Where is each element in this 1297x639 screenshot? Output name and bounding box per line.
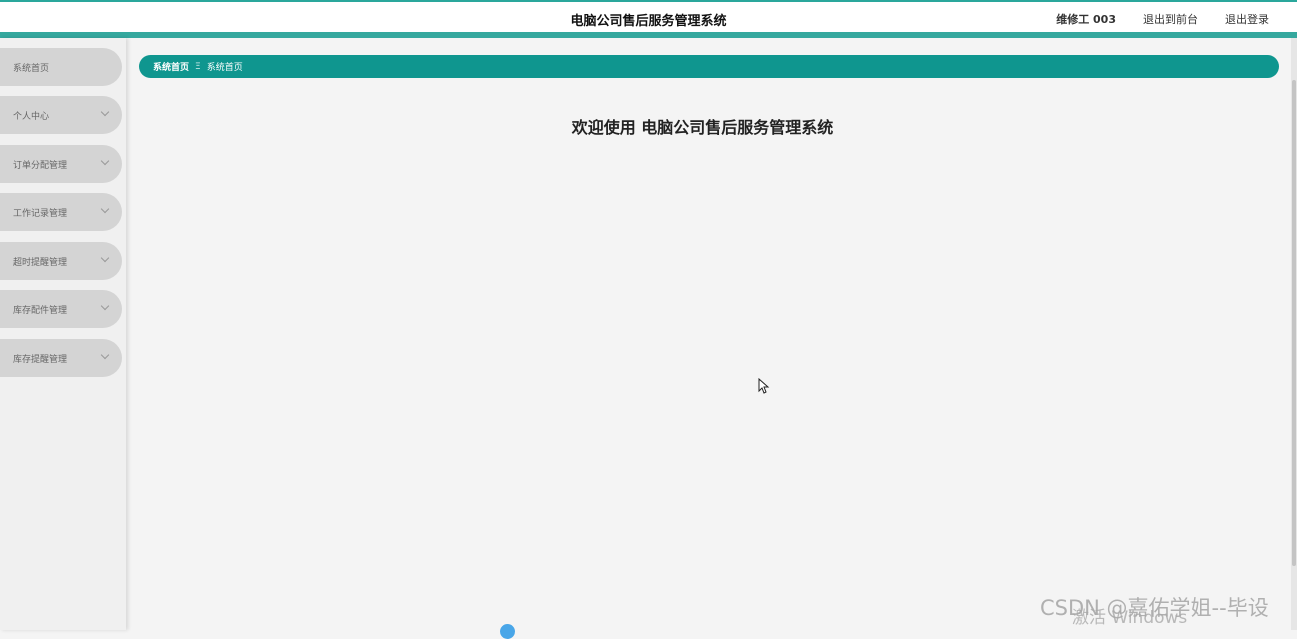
sidebar-item-label: 个人中心	[13, 111, 50, 122]
chevron-down-icon	[100, 350, 110, 360]
csdn-watermark: CSDN @嘉佑学姐--毕设	[1040, 596, 1269, 620]
breadcrumb-current: 系统首页	[206, 63, 243, 73]
sidebar-item-label: 超时提醒管理	[13, 257, 68, 268]
sidebar: 系统首页 个人中心 订单分配管理 工作记录管理 超时提醒管理 库存配件管理 库存…	[0, 38, 126, 630]
current-user: 维修工 003	[1056, 13, 1116, 26]
sidebar-item-work-records[interactable]: 工作记录管理	[0, 193, 122, 231]
breadcrumb-home-link[interactable]: 系统首页	[153, 60, 189, 73]
sidebar-item-label: 库存提醒管理	[13, 354, 68, 365]
chevron-down-icon	[100, 107, 110, 117]
logout-link[interactable]: 退出登录	[1225, 11, 1269, 27]
chevron-down-icon	[100, 253, 110, 263]
scrollbar-thumb[interactable]	[1292, 80, 1296, 566]
sidebar-item-label: 工作记录管理	[13, 208, 68, 219]
sidebar-item-timeout-reminders[interactable]: 超时提醒管理	[0, 242, 122, 280]
exit-to-front-link[interactable]: 退出到前台	[1143, 11, 1198, 27]
floating-help-icon[interactable]	[500, 624, 515, 639]
sidebar-item-personal-center[interactable]: 个人中心	[0, 96, 122, 134]
sidebar-item-label: 库存配件管理	[13, 305, 68, 316]
sidebar-item-inventory-reminders[interactable]: 库存提醒管理	[0, 339, 122, 377]
sidebar-item-label: 系统首页	[13, 63, 50, 74]
header-links: 维修工 003 退出到前台 退出登录	[1056, 11, 1269, 27]
sidebar-item-home[interactable]: 系统首页	[0, 48, 122, 86]
breadcrumb: 系统首页 Ξ 系统首页	[139, 55, 1279, 78]
mouse-cursor-icon	[758, 378, 770, 394]
sidebar-item-inventory-parts[interactable]: 库存配件管理	[0, 290, 122, 328]
chevron-down-icon	[100, 301, 110, 311]
sidebar-item-label: 订单分配管理	[13, 160, 68, 171]
chevron-down-icon	[100, 156, 110, 166]
welcome-heading: 欢迎使用 电脑公司售后服务管理系统	[571, 118, 834, 137]
header-accent-bar	[0, 32, 1297, 38]
sidebar-item-order-assignment[interactable]: 订单分配管理	[0, 145, 122, 183]
chevron-down-icon	[100, 204, 110, 214]
breadcrumb-separator-icon: Ξ	[195, 61, 201, 72]
page-scrollbar[interactable]	[1291, 38, 1297, 630]
